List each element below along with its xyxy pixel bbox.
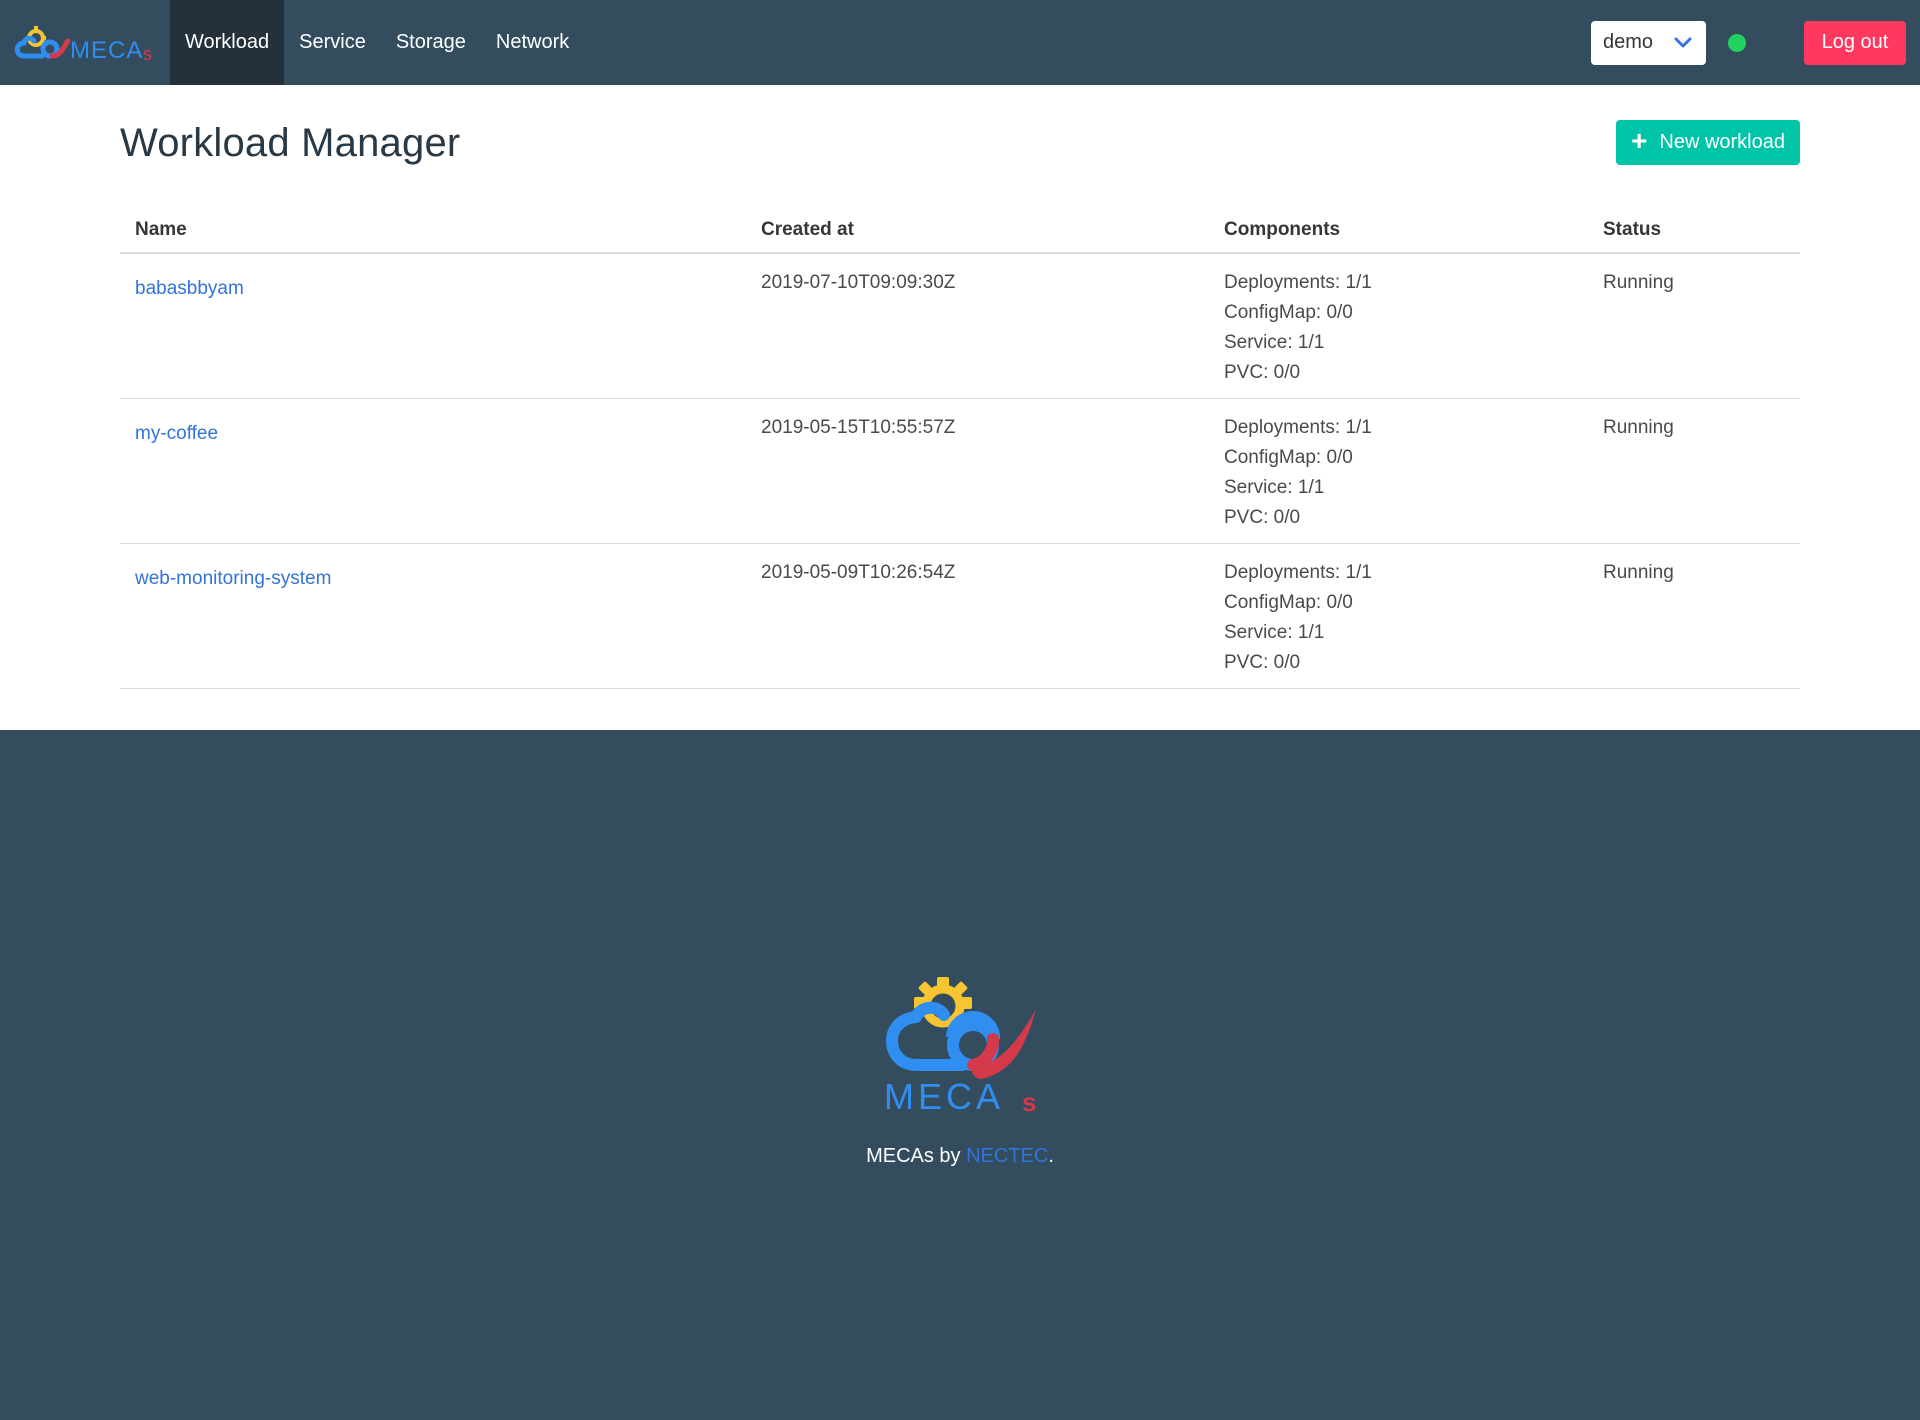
connection-status-indicator: [1728, 33, 1746, 52]
plus-icon: +: [1631, 125, 1648, 156]
table-row: my-coffee 2019-05-15T10:55:57Z Deploymen…: [120, 398, 1800, 544]
component-configmap: ConfigMap: 0/0: [1224, 302, 1353, 323]
namespace-select[interactable]: demo: [1591, 20, 1706, 65]
top-navbar: MECA s Workload Service Storage Network …: [0, 0, 1920, 85]
table-header-row: Name Created at Components Status: [120, 205, 1800, 254]
components-cell: Deployments: 1/1 ConfigMap: 0/0 Service:…: [1209, 543, 1588, 689]
status-cell: Running: [1588, 543, 1800, 689]
created-at-cell: 2019-05-15T10:55:57Z: [746, 398, 1209, 544]
nav-item-service[interactable]: Service: [284, 0, 381, 85]
footer-credit: MECAs by NECTEC.: [0, 1145, 1920, 1168]
created-at-cell: 2019-07-10T09:09:30Z: [746, 253, 1209, 399]
component-deployments: Deployments: 1/1: [1224, 272, 1372, 293]
nav-item-workload[interactable]: Workload: [170, 0, 285, 85]
page-title: Workload Manager: [120, 121, 461, 165]
footer-logo: MECA s: [876, 975, 1044, 1120]
nav-item-network[interactable]: Network: [481, 0, 584, 85]
column-header-created-at: Created at: [746, 205, 1209, 254]
footer-credit-prefix: MECAs by: [866, 1145, 967, 1167]
chevron-down-icon: [1674, 37, 1692, 47]
created-at-cell: 2019-05-09T10:26:54Z: [746, 543, 1209, 689]
workload-table: Name Created at Components Status babasb…: [120, 205, 1800, 689]
nav-item-storage[interactable]: Storage: [381, 0, 481, 85]
status-cell: Running: [1588, 398, 1800, 544]
brand-logo[interactable]: MECA s: [0, 0, 170, 85]
components-cell: Deployments: 1/1 ConfigMap: 0/0 Service:…: [1209, 253, 1588, 399]
workload-link[interactable]: web-monitoring-system: [135, 568, 331, 589]
component-configmap: ConfigMap: 0/0: [1224, 447, 1353, 468]
svg-text:MECA: MECA: [884, 1076, 1004, 1115]
column-header-components: Components: [1209, 205, 1588, 254]
nectec-link[interactable]: NECTEC: [966, 1145, 1048, 1167]
component-deployments: Deployments: 1/1: [1224, 562, 1372, 583]
column-header-name: Name: [120, 205, 746, 254]
navbar-right: demo Log out: [1591, 0, 1920, 85]
workload-link[interactable]: babasbbyam: [135, 278, 244, 299]
component-configmap: ConfigMap: 0/0: [1224, 592, 1353, 613]
component-pvc: PVC: 0/0: [1224, 507, 1301, 528]
svg-text:MECA: MECA: [70, 37, 143, 63]
svg-text:s: s: [143, 44, 152, 63]
component-deployments: Deployments: 1/1: [1224, 417, 1372, 438]
new-workload-button[interactable]: + New workload: [1616, 120, 1800, 165]
workload-name-cell: babasbbyam: [120, 253, 746, 399]
workload-name-cell: web-monitoring-system: [120, 543, 746, 689]
main-content: Workload Manager + New workload Name Cre…: [120, 85, 1800, 689]
column-header-status: Status: [1588, 205, 1800, 254]
table-row: web-monitoring-system 2019-05-09T10:26:5…: [120, 543, 1800, 689]
component-pvc: PVC: 0/0: [1224, 652, 1301, 673]
title-row: Workload Manager + New workload: [120, 85, 1800, 185]
workload-name-cell: my-coffee: [120, 398, 746, 544]
svg-text:s: s: [1022, 1087, 1036, 1115]
status-cell: Running: [1588, 253, 1800, 399]
component-pvc: PVC: 0/0: [1224, 362, 1301, 383]
workload-link[interactable]: my-coffee: [135, 423, 218, 444]
logout-button[interactable]: Log out: [1804, 20, 1906, 65]
mecas-logo-icon: MECA s: [14, 25, 152, 63]
footer-credit-suffix: .: [1048, 1145, 1054, 1167]
table-row: babasbbyam 2019-07-10T09:09:30Z Deployme…: [120, 253, 1800, 399]
page-footer: MECA s MECAs by NECTEC.: [0, 730, 1920, 1420]
component-service: Service: 1/1: [1224, 332, 1325, 353]
namespace-value: demo: [1603, 31, 1654, 53]
mecas-logo-icon: MECA s: [884, 977, 1036, 1117]
component-service: Service: 1/1: [1224, 622, 1325, 643]
new-workload-label: New workload: [1659, 131, 1785, 153]
component-service: Service: 1/1: [1224, 477, 1325, 498]
components-cell: Deployments: 1/1 ConfigMap: 0/0 Service:…: [1209, 398, 1588, 544]
